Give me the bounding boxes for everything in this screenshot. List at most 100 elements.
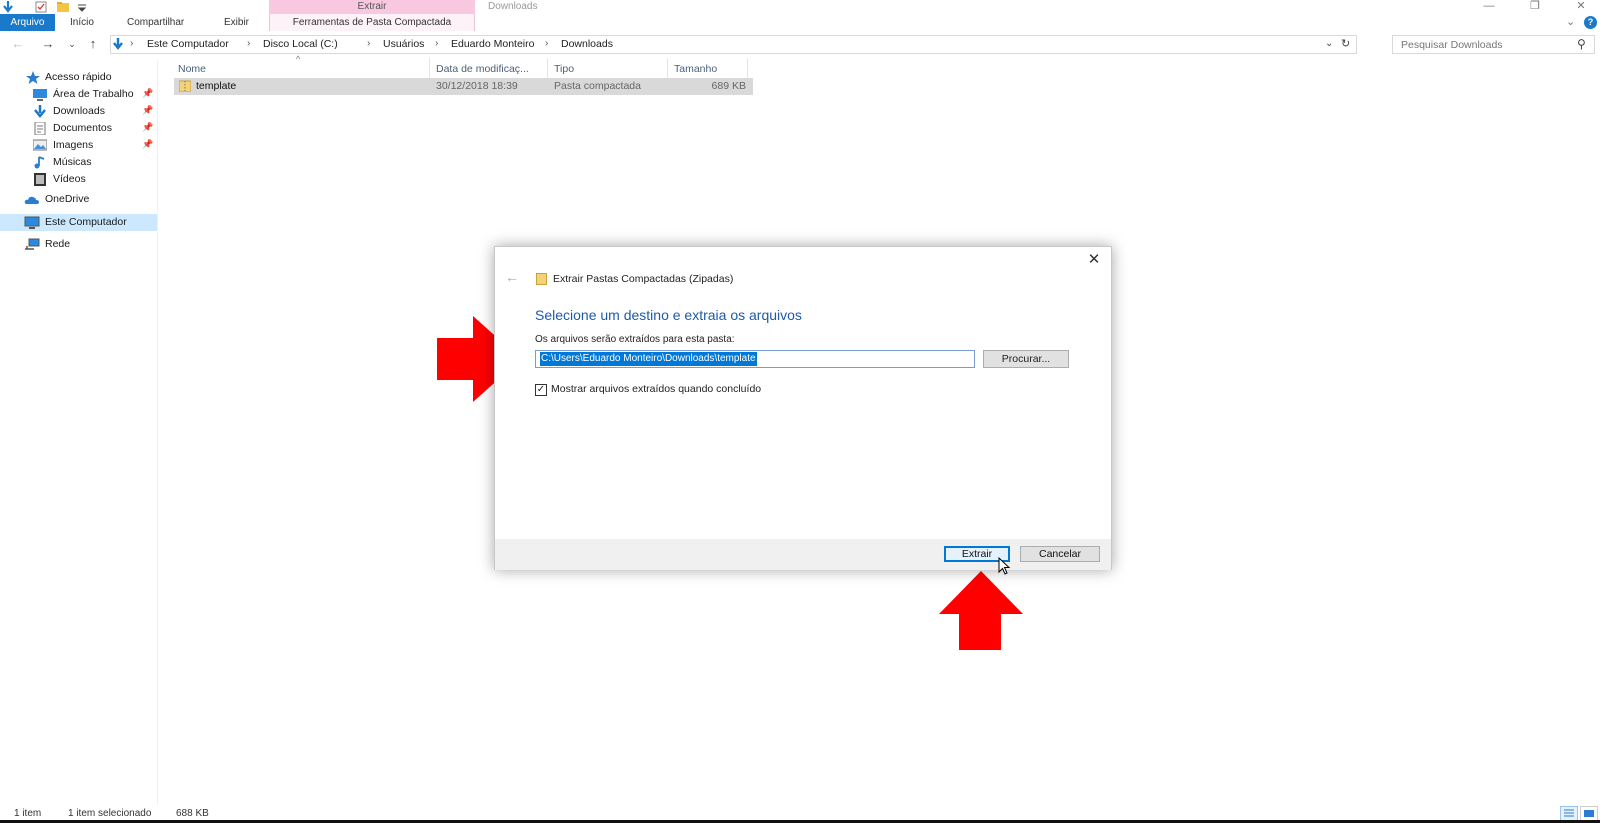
pin-icon[interactable]: 📌	[142, 122, 153, 133]
pin-icon[interactable]: 📌	[142, 88, 153, 99]
column-header-type[interactable]: Tipo	[548, 58, 668, 80]
nav-onedrive[interactable]: OneDrive	[0, 191, 157, 208]
zip-folder-icon	[536, 273, 547, 285]
search-icon[interactable]: ⚲	[1577, 37, 1586, 51]
show-files-checkbox[interactable]: ✓	[535, 384, 547, 396]
nav-item-music[interactable]: Músicas	[0, 154, 157, 171]
context-header-extract: Extrair	[269, 0, 475, 14]
cell-size: 689 KB	[711, 80, 746, 92]
status-selection-size: 688 KB	[176, 808, 209, 819]
breadcrumb-separator: ›	[130, 38, 134, 49]
title-bar: Extrair Downloads — ❐ ✕	[0, 0, 1600, 14]
tab-home[interactable]: Início	[70, 14, 94, 31]
nav-label: Documentos	[53, 122, 112, 134]
breadcrumb-local-disk[interactable]: Disco Local (C:)	[263, 38, 338, 50]
zip-folder-icon	[178, 80, 192, 93]
document-icon	[33, 121, 47, 136]
file-list: ^ Nome Data de modificaç... Tipo Tamanho…	[172, 54, 753, 116]
mouse-cursor-icon	[998, 557, 1011, 575]
ribbon-expand-icon[interactable]: ⌄	[1566, 14, 1575, 31]
dialog-title: Extrair Pastas Compactadas (Zipadas)	[553, 273, 734, 285]
nav-item-pictures[interactable]: Imagens 📌	[0, 137, 157, 154]
tab-share[interactable]: Compartilhar	[127, 14, 184, 31]
nav-item-desktop[interactable]: Área de Trabalho 📌	[0, 86, 157, 103]
address-dropdown-icon[interactable]: ⌄	[1325, 38, 1333, 49]
up-button[interactable]: ↑	[85, 36, 101, 52]
pin-icon[interactable]: 📌	[142, 139, 153, 150]
address-row: ← → ⌄ ↑ › Este Computador › Disco Local …	[0, 33, 1600, 56]
breadcrumb-separator: ›	[247, 38, 251, 49]
table-row[interactable]: template 30/12/2018 18:39 Pasta compacta…	[174, 78, 753, 95]
nav-label: Downloads	[53, 105, 105, 117]
forward-button[interactable]: →	[40, 36, 56, 52]
breadcrumb-separator: ›	[545, 38, 549, 49]
dialog-back-button[interactable]: ←	[505, 269, 519, 285]
music-icon	[33, 156, 47, 169]
properties-icon[interactable]	[35, 1, 47, 13]
cancel-button[interactable]: Cancelar	[1020, 546, 1100, 562]
nav-item-downloads[interactable]: Downloads 📌	[0, 103, 157, 120]
annotation-arrow-up	[939, 571, 1023, 650]
pin-icon[interactable]: 📌	[142, 105, 153, 116]
nav-label: OneDrive	[45, 193, 90, 205]
help-icon[interactable]: ?	[1584, 16, 1597, 29]
column-header-modified[interactable]: Data de modificaç...	[430, 58, 548, 80]
nav-label: Músicas	[53, 156, 92, 168]
nav-item-videos[interactable]: Vídeos	[0, 171, 157, 188]
search-placeholder: Pesquisar Downloads	[1401, 39, 1503, 51]
desktop-icon	[33, 88, 47, 101]
destination-label: Os arquivos serão extraídos para esta pa…	[535, 334, 735, 345]
breadcrumb-user[interactable]: Eduardo Monteiro	[451, 38, 534, 50]
breadcrumb-users[interactable]: Usuários	[383, 38, 424, 50]
nav-label: Imagens	[53, 139, 94, 151]
ribbon-tabs: Arquivo Início Compartilhar Exibir Ferra…	[0, 14, 1600, 31]
dialog-close-button[interactable]: ✕	[1085, 251, 1103, 269]
tab-file[interactable]: Arquivo	[0, 14, 55, 31]
nav-label: Rede	[45, 238, 71, 250]
nav-label: Acesso rápido	[45, 71, 112, 83]
tab-view[interactable]: Exibir	[224, 14, 249, 31]
download-location-icon	[111, 37, 125, 51]
maximize-button[interactable]: ❐	[1520, 0, 1550, 14]
back-button[interactable]: ←	[10, 36, 26, 52]
customize-quick-access-icon[interactable]	[76, 1, 88, 13]
status-selection: 1 item selecionado	[68, 808, 152, 819]
network-icon	[24, 238, 40, 251]
cloud-icon	[24, 193, 39, 206]
close-window-button[interactable]: ✕	[1566, 0, 1596, 14]
nav-quick-access[interactable]: Acesso rápido	[0, 69, 157, 86]
breadcrumb-this-pc[interactable]: Este Computador	[147, 38, 229, 50]
picture-icon	[32, 139, 48, 152]
nav-label: Área de Trabalho	[53, 88, 134, 100]
details-view-button[interactable]	[1560, 806, 1578, 821]
column-header-name[interactable]: Nome	[172, 58, 430, 80]
show-files-label[interactable]: Mostrar arquivos extraídos quando conclu…	[551, 383, 761, 395]
minimize-button[interactable]: —	[1474, 0, 1504, 14]
browse-button[interactable]: Procurar...	[983, 350, 1069, 368]
status-item-count: 1 item	[14, 808, 42, 819]
computer-icon	[24, 216, 40, 229]
breadcrumb-separator: ›	[367, 38, 371, 49]
recent-locations-button[interactable]: ⌄	[64, 36, 80, 52]
down-arrow-icon[interactable]	[2, 1, 14, 13]
tab-compressed-folder-tools[interactable]: Ferramentas de Pasta Compactada	[269, 14, 475, 31]
dialog-heading: Selecione um destino e extraia os arquiv…	[535, 307, 802, 323]
breadcrumb-downloads[interactable]: Downloads	[561, 38, 613, 50]
breadcrumb-separator: ›	[435, 38, 439, 49]
nav-label: Vídeos	[53, 173, 86, 185]
cell-modified: 30/12/2018 18:39	[436, 80, 518, 92]
nav-item-documents[interactable]: Documentos 📌	[0, 120, 157, 137]
cell-name: template	[196, 80, 237, 92]
nav-this-pc[interactable]: Este Computador	[0, 214, 157, 231]
refresh-icon[interactable]: ↻	[1341, 37, 1350, 50]
cell-type: Pasta compactada	[554, 80, 641, 92]
navigation-pane: Acesso rápido Área de Trabalho 📌 Downloa…	[0, 60, 158, 805]
large-icons-view-button[interactable]	[1580, 806, 1598, 821]
new-folder-icon[interactable]	[57, 1, 69, 13]
download-icon	[33, 105, 47, 118]
nav-network[interactable]: Rede	[0, 236, 157, 253]
column-header-size[interactable]: Tamanho	[668, 58, 748, 80]
destination-path-input[interactable]: C:\Users\Eduardo Monteiro\Downloads\temp…	[535, 350, 975, 368]
search-input[interactable]: Pesquisar Downloads ⚲	[1392, 35, 1595, 54]
address-bar[interactable]: › Este Computador › Disco Local (C:) › U…	[110, 35, 1357, 54]
